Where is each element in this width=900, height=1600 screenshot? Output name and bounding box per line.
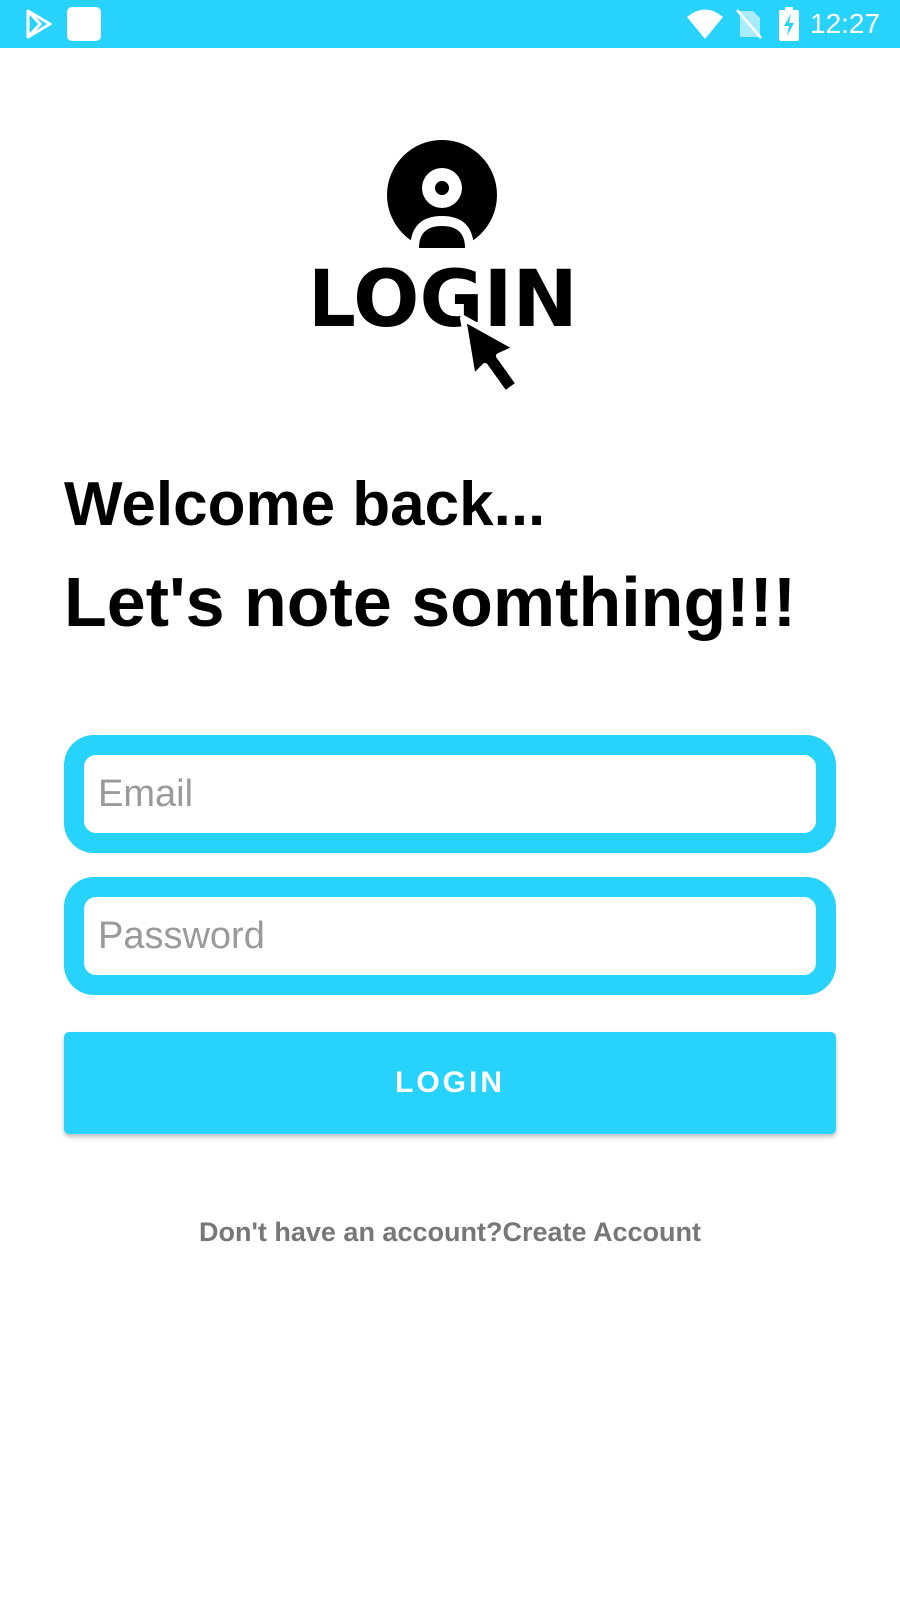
login-logo: LOGIN bbox=[315, 140, 578, 397]
password-field-container bbox=[64, 877, 836, 995]
create-account-link[interactable]: Create Account bbox=[502, 1217, 701, 1247]
play-store-icon bbox=[26, 9, 52, 39]
tagline-heading: Let's note somthing!!! bbox=[64, 563, 797, 641]
user-avatar-icon bbox=[387, 140, 497, 250]
wifi-icon bbox=[687, 9, 723, 39]
battery-charging-icon bbox=[779, 7, 799, 41]
status-time: 12:27 bbox=[810, 8, 881, 39]
login-screen: 12:27 LOGIN Welcome back... Let's note s… bbox=[0, 0, 900, 1600]
no-sim-icon bbox=[736, 9, 762, 39]
status-bar: 12:27 bbox=[0, 0, 900, 48]
welcome-heading: Welcome back... bbox=[64, 470, 546, 539]
password-input[interactable] bbox=[84, 897, 816, 975]
email-field-container bbox=[64, 735, 836, 853]
email-input[interactable] bbox=[84, 755, 816, 833]
app-square-icon bbox=[67, 7, 101, 41]
signup-row: Don't have an account?Create Account bbox=[0, 1212, 900, 1252]
signup-prompt: Don't have an account? bbox=[198, 1217, 503, 1247]
logo-text: LOGIN bbox=[315, 255, 578, 345]
login-button[interactable]: LOGIN bbox=[64, 1032, 836, 1134]
